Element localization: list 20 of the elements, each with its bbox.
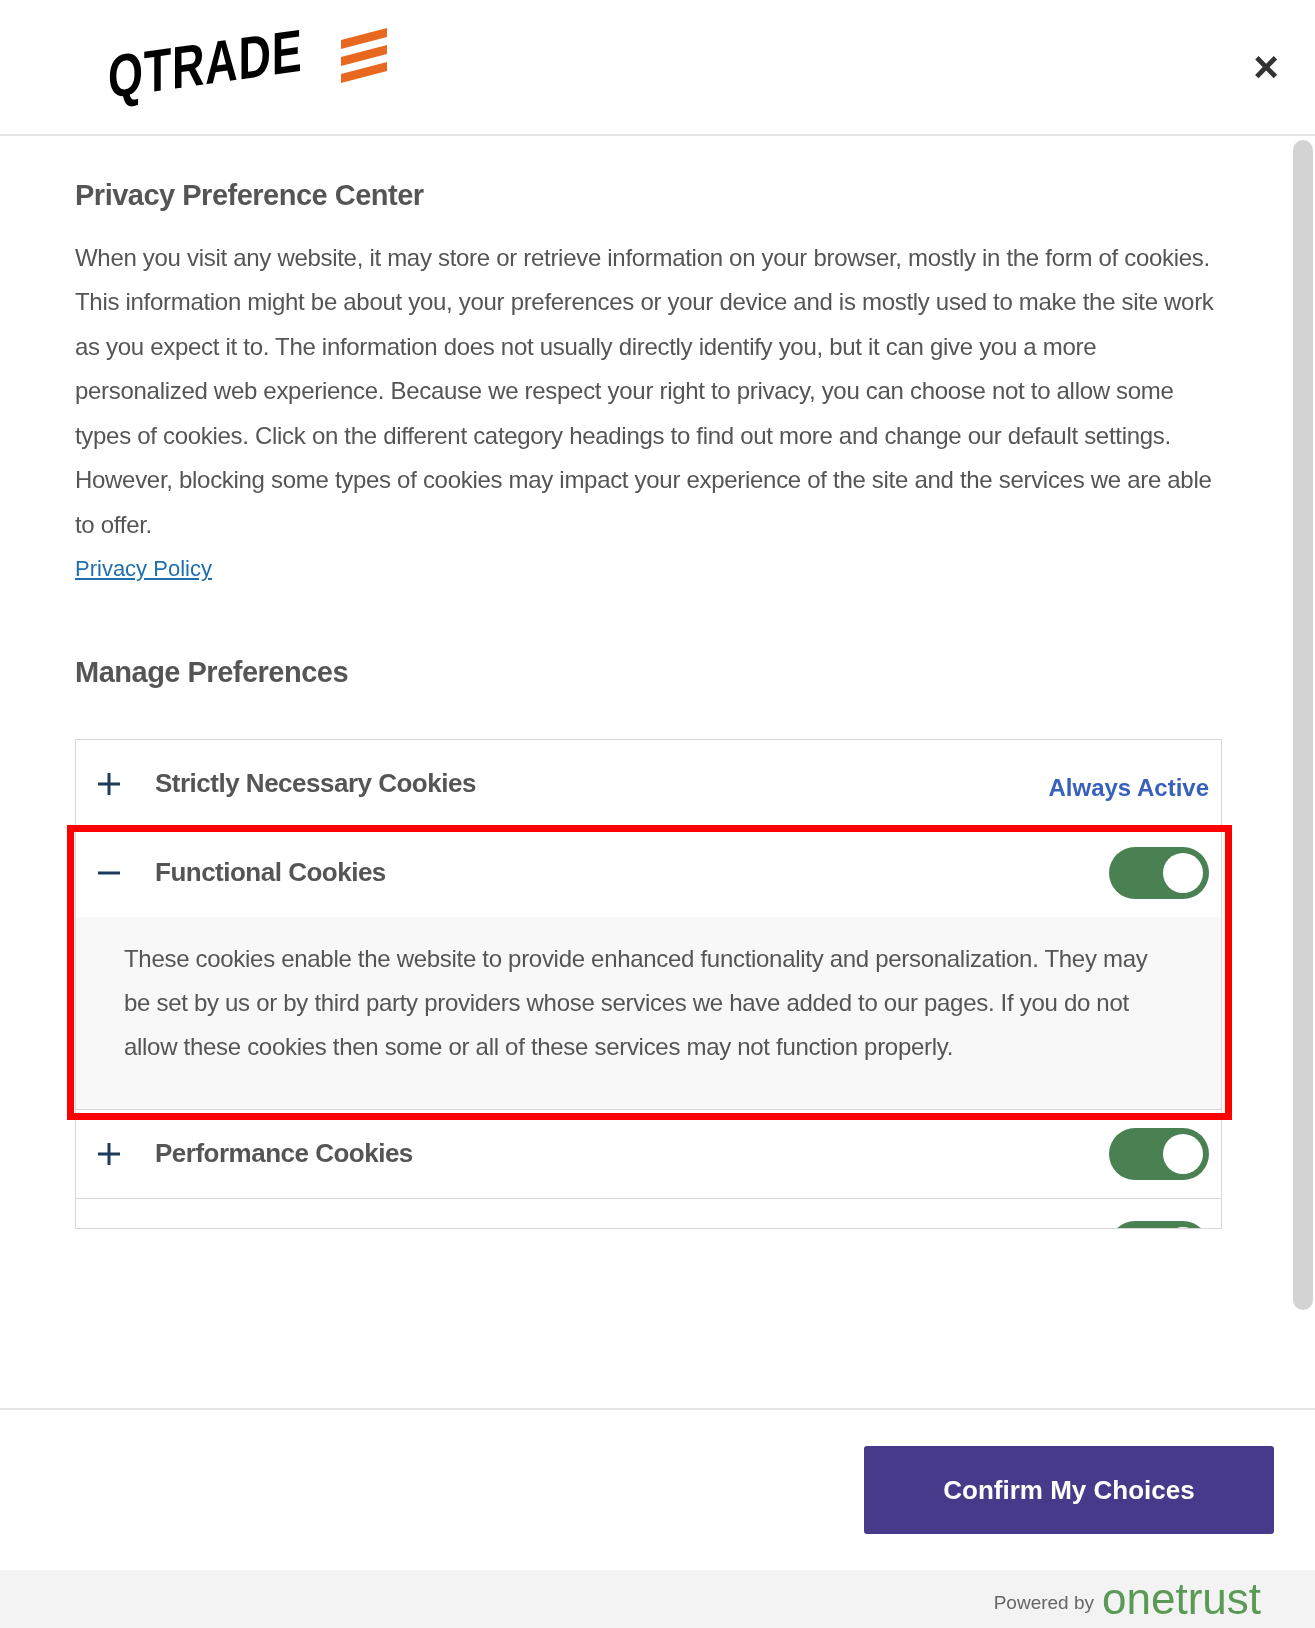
- logo-text: QTRADE: [108, 20, 303, 108]
- section-title: Manage Preferences: [75, 655, 350, 690]
- category-title[interactable]: Strictly Necessary Cookies: [155, 764, 476, 803]
- expand-icon[interactable]: [96, 770, 122, 797]
- category-title[interactable]: Functional Cookies: [155, 853, 386, 892]
- dialog-title: Privacy Preference Center: [75, 178, 425, 213]
- intro-paragraph: When you visit any website, it may store or retrieve information on your browser, mostly in the form of cookies. This information might be about you, your preferences or your device and is mostly used to make the site work as you expect it to. The information does not usually directly identify you, but it can give you a more personalized web experience. Because we respect your right to privacy, you can choose not to allow some types of cookies. Click on the different category headings to find out more and change our default settings. However, blocking some types of cookies may impact your experience of the site and the services we are able to offer.: [75, 242, 1215, 540]
- toggle-switch[interactable]: [1109, 1127, 1209, 1180]
- category-title[interactable]: Performance Cookies: [155, 1134, 413, 1173]
- confirm-button[interactable]: Confirm My Choices: [864, 1446, 1274, 1534]
- powered-by-text: Powered by: [993, 1590, 1094, 1615]
- toggle-switch[interactable]: [1109, 846, 1209, 899]
- close-button[interactable]: ×: [1249, 45, 1283, 89]
- privacy-policy-link[interactable]: Privacy Policy: [75, 547, 212, 591]
- brand-logo-text: onetrust: [1102, 1577, 1261, 1621]
- scrollbar-thumb[interactable]: [1293, 140, 1313, 1310]
- stripes-logo-icon: [339, 26, 390, 86]
- category-description: These cookies enable the website to provide enhanced functionality and personalization. They may be set by us or by third party providers whose services we have added to our pages. If you do not allow these cookies then some or all of these services may not function properly.: [124, 943, 1149, 1062]
- expand-icon[interactable]: [96, 1140, 122, 1167]
- status-label: Always Active: [1048, 772, 1209, 803]
